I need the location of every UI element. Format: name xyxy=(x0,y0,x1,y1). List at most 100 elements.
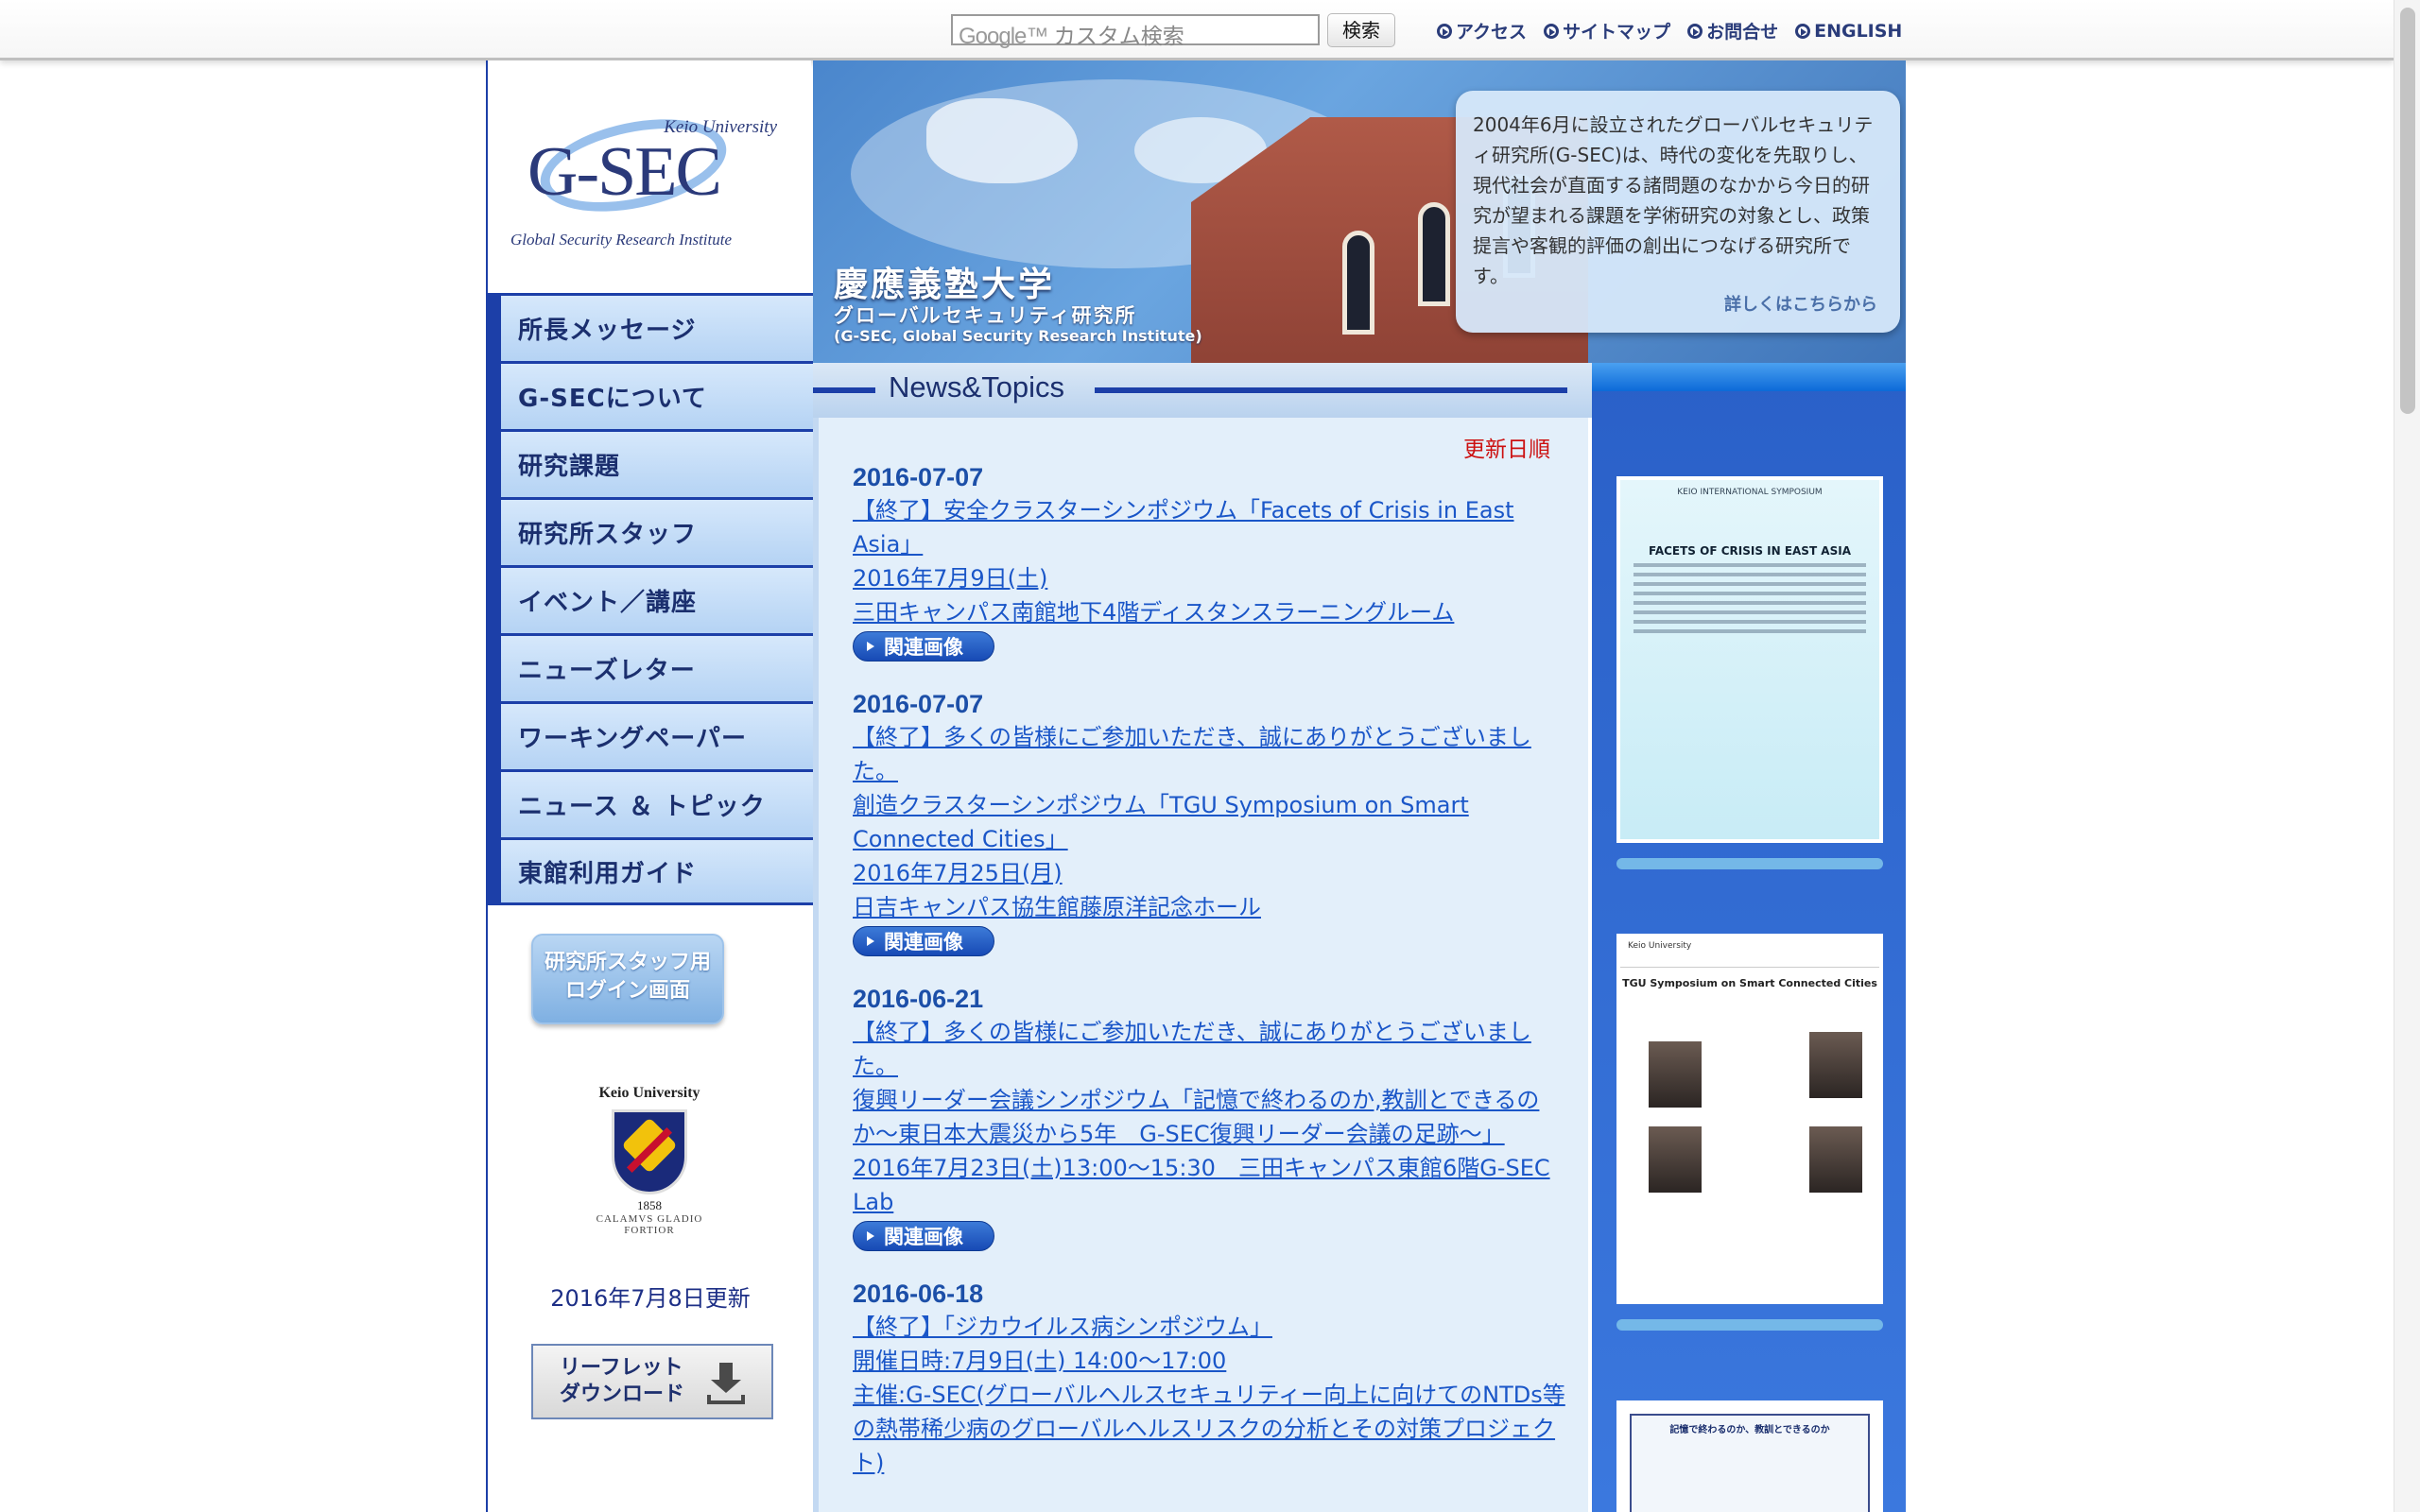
leaflet-label: リーフレット ダウンロード xyxy=(560,1355,684,1408)
related-images-button[interactable]: 関連画像 xyxy=(853,926,994,956)
keio-crest[interactable]: Keio University 1858 CALAMVS GLADIO FORT… xyxy=(579,1085,720,1255)
staff-login-button[interactable]: 研究所スタッフ用 ログイン画面 xyxy=(531,934,724,1024)
related-images-button[interactable]: 関連画像 xyxy=(853,631,994,662)
news-item: 2016-06-21 【終了】多くの皆様にご参加いただき、誠にありがとうございま… xyxy=(853,983,1571,1251)
related-images-label: 関連画像 xyxy=(884,931,963,954)
search-button[interactable]: 検索 xyxy=(1327,13,1395,47)
leaflet-download-button[interactable]: リーフレット ダウンロード xyxy=(531,1344,773,1419)
nav-item-staff[interactable]: 研究所スタッフ xyxy=(488,497,813,565)
poster-tgu-symposium[interactable]: Keio University TGU Symposium on Smart C… xyxy=(1616,934,1883,1304)
leaflet-line1: リーフレット xyxy=(560,1356,683,1380)
nav-item-about[interactable]: G-SECについて xyxy=(488,361,813,429)
news-list: 2016-07-07 【終了】安全クラスターシンポジウム「Facets of C… xyxy=(853,461,1571,1506)
top-bar: Google™ カスタム検索 検索 アクセス サイトマップ お問合せ ENGLI… xyxy=(0,0,2394,60)
scrollbar-thumb[interactable] xyxy=(2400,8,2415,414)
news-section: News&Topics 更新日順 2016-07-07 【終了】安全クラスターシ… xyxy=(813,363,1594,1512)
news-date: 2016-07-07 xyxy=(853,690,984,718)
arrow-circle-icon xyxy=(1795,23,1811,39)
leaflet-line2: ダウンロード xyxy=(560,1383,685,1406)
poster-shelf xyxy=(1616,1319,1883,1331)
search-placeholder: カスタム検索 xyxy=(1053,24,1184,48)
hero-subtitle: グローバルセキュリティ研究所 xyxy=(834,304,1137,327)
updated-date: 2016年7月8日更新 xyxy=(550,1285,751,1312)
play-triangle-icon xyxy=(867,1231,874,1241)
main-nav: 所長メッセージ G-SECについて 研究課題 研究所スタッフ イベント／講座 ニ… xyxy=(488,293,813,905)
news-header: News&Topics xyxy=(813,363,1594,418)
nav-item-news-topics[interactable]: ニュース ＆ トピック xyxy=(488,769,813,837)
news-date: 2016-07-07 xyxy=(853,463,984,491)
nav-item-label: 研究課題 xyxy=(518,453,621,481)
poster-frame: 記憶で終わるのか、教訓とできるのか xyxy=(1630,1414,1870,1512)
intro-box: 2004年6月に設立されたグローバルセキュリティ研究所(G-SEC)は、時代の変… xyxy=(1456,91,1900,333)
download-icon xyxy=(707,1363,745,1404)
news-link[interactable]: 開催日時:7月9日(土) 14:00〜17:00 xyxy=(853,1344,1571,1378)
news-link[interactable]: 【終了】「ジカウイルス病シンポジウム」 xyxy=(853,1310,1571,1344)
speaker-photo xyxy=(1809,1126,1862,1193)
news-link[interactable]: 2016年7月9日(土) xyxy=(853,561,1571,595)
news-link[interactable]: 創造クラスターシンポジウム「TGU Symposium on Smart Con… xyxy=(853,788,1571,856)
news-date: 2016-06-18 xyxy=(853,1280,984,1308)
google-logo: Google™ xyxy=(959,24,1048,49)
nav-item-label: 研究所スタッフ xyxy=(518,521,698,549)
nav-item-label: イベント／講座 xyxy=(518,589,698,617)
nav-item-director-message[interactable]: 所長メッセージ xyxy=(488,293,813,361)
speaker-photo xyxy=(1809,1032,1862,1098)
vertical-scrollbar[interactable] xyxy=(2394,0,2420,1512)
news-link[interactable]: 2016年7月23日(土)13:00〜15:30 三田キャンパス東館6階G-SE… xyxy=(853,1151,1571,1219)
news-link[interactable]: 主催:G-SEC(グローバルヘルスセキュリティー向上に向けてのNTDs等の熱帯稀… xyxy=(853,1378,1571,1480)
related-images-button[interactable]: 関連画像 xyxy=(853,1221,994,1251)
pen-sword-shield-icon xyxy=(612,1109,687,1194)
news-date: 2016-06-21 xyxy=(853,985,984,1013)
contact-link[interactable]: お問合せ xyxy=(1687,18,1778,43)
news-link[interactable]: 復興リーダー会議シンポジウム「記憶で終わるのか,教訓とできるのか〜東日本大震災か… xyxy=(853,1083,1571,1151)
nav-item-working-paper[interactable]: ワーキングペーパー xyxy=(488,701,813,769)
logo-sub-text: Global Security Research Institute xyxy=(510,231,733,249)
poster-head: KEIO INTERNATIONAL SYMPOSIUM xyxy=(1677,488,1823,497)
poster-facets-of-crisis[interactable]: KEIO INTERNATIONAL SYMPOSIUM FACETS OF C… xyxy=(1616,476,1883,843)
nav-item-label: ワーキングペーパー xyxy=(518,725,747,753)
related-images-label: 関連画像 xyxy=(884,1226,963,1248)
news-item: 2016-07-07 【終了】安全クラスターシンポジウム「Facets of C… xyxy=(853,461,1571,662)
nav-item-label: 所長メッセージ xyxy=(518,317,697,345)
news-link[interactable]: 日吉キャンパス協生館藤原洋記念ホール xyxy=(853,890,1571,924)
page: Keio University G-SEC Global Security Re… xyxy=(486,60,1906,1512)
nav-item-label: ニューズレター xyxy=(518,657,696,685)
intro-text: 2004年6月に設立されたグローバルセキュリティ研究所(G-SEC)は、時代の変… xyxy=(1473,113,1874,287)
hero-subtitle-en: (G-SEC, Global Security Research Institu… xyxy=(834,327,1202,345)
news-link[interactable]: 【終了】安全クラスターシンポジウム「Facets of Crisis in Ea… xyxy=(853,493,1571,561)
news-item: 2016-07-07 【終了】多くの皆様にご参加いただき、誠にありがとうございま… xyxy=(853,688,1571,956)
english-link[interactable]: ENGLISH xyxy=(1795,18,1902,43)
poster-title: 記憶で終わるのか、教訓とできるのか xyxy=(1669,1425,1830,1435)
news-link[interactable]: 三田キャンパス南館地下4階ディスタンスラーニングルーム xyxy=(853,595,1571,629)
crest-year: 1858 xyxy=(637,1198,662,1212)
news-link[interactable]: 【終了】多くの皆様にご参加いただき、誠にありがとうございました。 xyxy=(853,1015,1571,1083)
poster-shelf xyxy=(1616,858,1883,869)
news-link[interactable]: 2016年7月25日(月) xyxy=(853,856,1571,890)
access-link-label: アクセス xyxy=(1456,22,1528,43)
speaker-photo xyxy=(1649,1126,1702,1193)
search-input[interactable]: Google™ カスタム検索 xyxy=(951,14,1320,49)
gsec-logo[interactable]: Keio University G-SEC Global Security Re… xyxy=(510,104,794,261)
sitemap-link[interactable]: サイトマップ xyxy=(1544,18,1670,43)
english-link-label: ENGLISH xyxy=(1814,20,1903,42)
crest-title: Keio University xyxy=(598,1085,700,1101)
nav-item-east-building-guide[interactable]: 東館利用ガイド xyxy=(488,837,813,905)
left-sidebar: Keio University G-SEC Global Security Re… xyxy=(486,60,813,1512)
news-item: 2016-06-18 【終了】「ジカウイルス病シンポジウム」 開催日時:7月9日… xyxy=(853,1278,1571,1480)
crest-motto: CALAMVS GLADIO FORTIOR xyxy=(596,1213,703,1236)
nav-item-newsletter[interactable]: ニューズレター xyxy=(488,633,813,701)
sitemap-link-label: サイトマップ xyxy=(1563,22,1671,43)
nav-item-research[interactable]: 研究課題 xyxy=(488,429,813,497)
access-link[interactable]: アクセス xyxy=(1437,18,1527,43)
nav-item-label: G-SECについて xyxy=(518,385,707,413)
contact-link-label: お問合せ xyxy=(1706,22,1779,43)
header-bar-left xyxy=(813,387,875,393)
nav-item-events[interactable]: イベント／講座 xyxy=(488,565,813,633)
play-triangle-icon xyxy=(867,936,874,946)
news-link[interactable]: 【終了】多くの皆様にご参加いただき、誠にありがとうございました。 xyxy=(853,720,1571,788)
intro-more-link[interactable]: 詳しくはこちらから xyxy=(1724,291,1877,316)
arrow-circle-icon xyxy=(1437,23,1452,39)
poster-reconstruction-leaders[interactable]: 記憶で終わるのか、教訓とできるのか xyxy=(1616,1400,1883,1512)
staff-login-line2: ログイン画面 xyxy=(564,979,690,1003)
play-triangle-icon xyxy=(867,642,874,651)
